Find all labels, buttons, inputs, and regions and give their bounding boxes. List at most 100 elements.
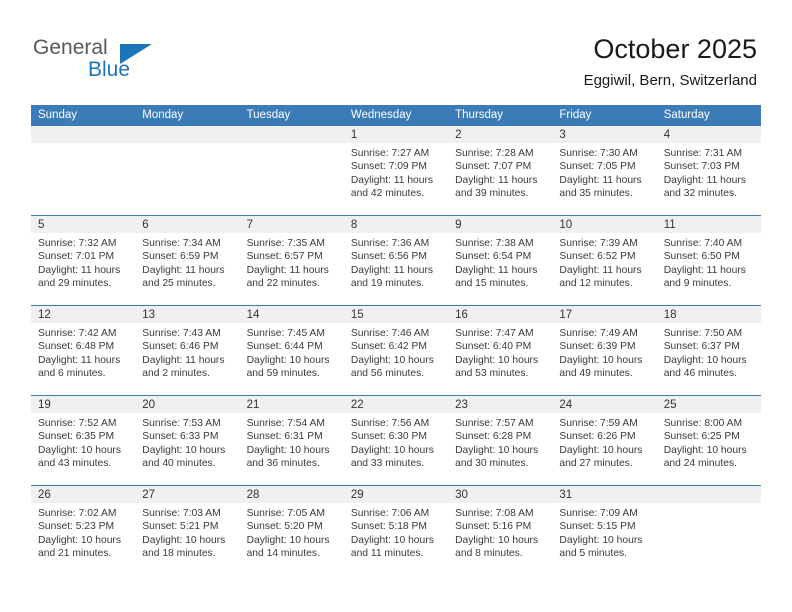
calendar-week-row: 19 Sunrise: 7:52 AM Sunset: 6:35 PM Dayligh… [31, 395, 761, 486]
sunrise-time: Sunrise: 7:06 AM [350, 508, 430, 519]
calendar-day-cell[interactable]: 19 Sunrise: 7:52 AM Sunset: 6:35 PM Dayligh… [31, 395, 136, 486]
daylight-duration-line2: and 53 minutes. [455, 368, 529, 380]
calendar-day-cell[interactable]: 10 Sunrise: 7:39 AM Sunset: 6:52 PM Dayligh… [552, 215, 657, 306]
daylight-duration-line1: Daylight: 10 hours [350, 444, 434, 456]
calendar-day-cell[interactable]: 22 Sunrise: 7:56 AM Sunset: 6:30 PM Dayligh… [343, 395, 449, 486]
calendar-day-cell[interactable]: 1 Sunrise: 7:27 AM Sunset: 7:09 PM Daylight… [343, 125, 449, 216]
day-number: 5 [31, 216, 136, 233]
sunrise-time: Sunrise: 7:08 AM [455, 508, 534, 519]
sunset-time: Sunset: 6:35 PM [38, 431, 115, 443]
weekday-header-friday: Friday [552, 105, 657, 126]
daylight-duration-line2: and 9 minutes. [663, 278, 732, 290]
calendar-day-cell[interactable]: 8 Sunrise: 7:36 AM Sunset: 6:56 PM Daylight… [343, 215, 449, 306]
daylight-duration-line2: and 8 minutes. [455, 548, 523, 560]
sunset-time: Sunset: 6:40 PM [455, 341, 532, 353]
day-number: 8 [343, 216, 449, 233]
day-number: 16 [448, 306, 553, 323]
day-number: 28 [239, 486, 344, 503]
day-number: 17 [552, 306, 657, 323]
calendar-day-cell-empty [656, 485, 761, 576]
calendar-week-row: 26 Sunrise: 7:02 AM Sunset: 5:23 PM Dayligh… [31, 485, 761, 576]
calendar-day-cell[interactable]: 23 Sunrise: 7:57 AM Sunset: 6:28 PM Dayligh… [448, 395, 553, 486]
sunset-time: Sunset: 7:09 PM [350, 161, 427, 173]
daylight-duration-line2: and 35 minutes. [559, 188, 633, 200]
calendar-day-cell[interactable]: 24 Sunrise: 7:59 AM Sunset: 6:26 PM Dayligh… [552, 395, 657, 486]
day-info: Sunrise: 7:06 AM Sunset: 5:18 PM Daylight:… [344, 503, 448, 561]
daylight-duration-line2: and 2 minutes. [142, 368, 210, 380]
day-number: 29 [343, 486, 449, 503]
calendar-day-cell[interactable]: 17 Sunrise: 7:49 AM Sunset: 6:39 PM Dayligh… [552, 305, 657, 396]
calendar-day-cell[interactable]: 31 Sunrise: 7:09 AM Sunset: 5:15 PM Dayligh… [552, 485, 657, 576]
calendar-day-cell[interactable]: 11 Sunrise: 7:40 AM Sunset: 6:50 PM Dayligh… [656, 215, 761, 306]
calendar-day-cell[interactable]: 14 Sunrise: 7:45 AM Sunset: 6:44 PM Dayligh… [239, 305, 344, 396]
day-info: Sunrise: 7:40 AM Sunset: 6:50 PM Daylight:… [657, 233, 761, 291]
calendar-body: 1 Sunrise: 7:27 AM Sunset: 7:09 PM Daylight… [31, 125, 761, 576]
daylight-duration-line2: and 24 minutes. [663, 458, 737, 470]
calendar-day-cell[interactable]: 26 Sunrise: 7:02 AM Sunset: 5:23 PM Dayligh… [31, 485, 136, 576]
calendar-day-cell[interactable]: 29 Sunrise: 7:06 AM Sunset: 5:18 PM Dayligh… [343, 485, 449, 576]
calendar-day-cell[interactable]: 6 Sunrise: 7:34 AM Sunset: 6:59 PM Daylight… [135, 215, 240, 306]
sunrise-time: Sunrise: 7:34 AM [142, 238, 221, 249]
daylight-duration-line1: Daylight: 11 hours [559, 264, 642, 276]
calendar-day-cell[interactable]: 7 Sunrise: 7:35 AM Sunset: 6:57 PM Daylight… [239, 215, 344, 306]
sunrise-time: Sunrise: 7:43 AM [142, 328, 221, 339]
sunset-time: Sunset: 6:52 PM [559, 251, 636, 263]
sunrise-time: Sunrise: 7:39 AM [559, 238, 638, 249]
daylight-duration-line1: Daylight: 10 hours [559, 534, 643, 546]
day-info: Sunrise: 7:42 AM Sunset: 6:48 PM Daylight:… [31, 323, 135, 381]
daylight-duration-line1: Daylight: 11 hours [663, 174, 746, 186]
calendar-day-cell[interactable]: 21 Sunrise: 7:54 AM Sunset: 6:31 PM Dayligh… [239, 395, 344, 486]
calendar-day-cell-empty [31, 125, 136, 216]
sunset-time: Sunset: 5:15 PM [559, 521, 636, 533]
day-info: Sunrise: 7:57 AM Sunset: 6:28 PM Daylight:… [448, 413, 552, 471]
sunrise-time: Sunrise: 7:49 AM [559, 328, 638, 339]
calendar-day-cell[interactable]: 13 Sunrise: 7:43 AM Sunset: 6:46 PM Dayligh… [135, 305, 240, 396]
calendar-day-cell[interactable]: 30 Sunrise: 7:08 AM Sunset: 5:16 PM Dayligh… [448, 485, 553, 576]
calendar-day-cell[interactable]: 4 Sunrise: 7:31 AM Sunset: 7:03 PM Daylight… [656, 125, 761, 216]
calendar-day-cell[interactable]: 20 Sunrise: 7:53 AM Sunset: 6:33 PM Dayligh… [135, 395, 240, 486]
day-info: Sunrise: 7:35 AM Sunset: 6:57 PM Daylight:… [240, 233, 344, 291]
day-number: 24 [552, 396, 657, 413]
day-number: 6 [135, 216, 240, 233]
day-info: Sunrise: 7:46 AM Sunset: 6:42 PM Daylight:… [344, 323, 448, 381]
day-number: 13 [135, 306, 240, 323]
day-info: Sunrise: 8:00 AM Sunset: 6:25 PM Daylight:… [657, 413, 761, 471]
day-info: Sunrise: 7:52 AM Sunset: 6:35 PM Daylight:… [31, 413, 135, 471]
daylight-duration-line1: Daylight: 11 hours [142, 264, 225, 276]
calendar-day-cell[interactable]: 25 Sunrise: 8:00 AM Sunset: 6:25 PM Dayligh… [656, 395, 761, 486]
page-header: General Blue October 2025 Eggiwil, Bern,… [0, 0, 792, 100]
general-blue-logo: General Blue [33, 36, 213, 92]
calendar-day-cell[interactable]: 9 Sunrise: 7:38 AM Sunset: 6:54 PM Daylight… [448, 215, 553, 306]
daylight-duration-line1: Daylight: 10 hours [142, 534, 226, 546]
daylight-duration-line2: and 12 minutes. [559, 278, 633, 290]
sunrise-time: Sunrise: 7:59 AM [559, 418, 638, 429]
sunrise-time: Sunrise: 7:02 AM [38, 508, 117, 519]
weekday-header-sunday: Sunday [31, 105, 136, 126]
daylight-duration-line1: Daylight: 11 hours [559, 174, 642, 186]
calendar-day-cell[interactable]: 16 Sunrise: 7:47 AM Sunset: 6:40 PM Dayligh… [448, 305, 553, 396]
daylight-duration-line2: and 25 minutes. [142, 278, 216, 290]
calendar-day-cell[interactable]: 2 Sunrise: 7:28 AM Sunset: 7:07 PM Daylight… [448, 125, 553, 216]
day-info: Sunrise: 7:59 AM Sunset: 6:26 PM Daylight:… [552, 413, 656, 471]
daylight-duration-line2: and 59 minutes. [246, 368, 320, 380]
day-number: 30 [448, 486, 553, 503]
calendar-page: General Blue October 2025 Eggiwil, Bern,… [0, 0, 792, 612]
day-number: 4 [656, 126, 761, 143]
daylight-duration-line2: and 32 minutes. [663, 188, 737, 200]
calendar-day-cell[interactable]: 5 Sunrise: 7:32 AM Sunset: 7:01 PM Daylight… [31, 215, 136, 306]
calendar-day-cell[interactable]: 28 Sunrise: 7:05 AM Sunset: 5:20 PM Dayligh… [239, 485, 344, 576]
sunrise-time: Sunrise: 7:52 AM [38, 418, 117, 429]
calendar-day-cell-empty [135, 125, 240, 216]
calendar-day-cell[interactable]: 3 Sunrise: 7:30 AM Sunset: 7:05 PM Daylight… [552, 125, 657, 216]
day-info: Sunrise: 7:56 AM Sunset: 6:30 PM Daylight:… [344, 413, 448, 471]
calendar-day-cell[interactable]: 15 Sunrise: 7:46 AM Sunset: 6:42 PM Dayligh… [343, 305, 449, 396]
sunrise-time: Sunrise: 7:30 AM [559, 148, 638, 159]
daylight-duration-line2: and 49 minutes. [559, 368, 633, 380]
day-info: Sunrise: 7:34 AM Sunset: 6:59 PM Daylight:… [135, 233, 239, 291]
page-subtitle: Eggiwil, Bern, Switzerland [583, 72, 757, 89]
calendar-day-cell[interactable]: 18 Sunrise: 7:50 AM Sunset: 6:37 PM Dayligh… [656, 305, 761, 396]
daylight-duration-line2: and 15 minutes. [455, 278, 529, 290]
calendar-day-cell[interactable]: 27 Sunrise: 7:03 AM Sunset: 5:21 PM Dayligh… [135, 485, 240, 576]
daylight-duration-line1: Daylight: 10 hours [246, 444, 330, 456]
calendar-day-cell[interactable]: 12 Sunrise: 7:42 AM Sunset: 6:48 PM Dayligh… [31, 305, 136, 396]
